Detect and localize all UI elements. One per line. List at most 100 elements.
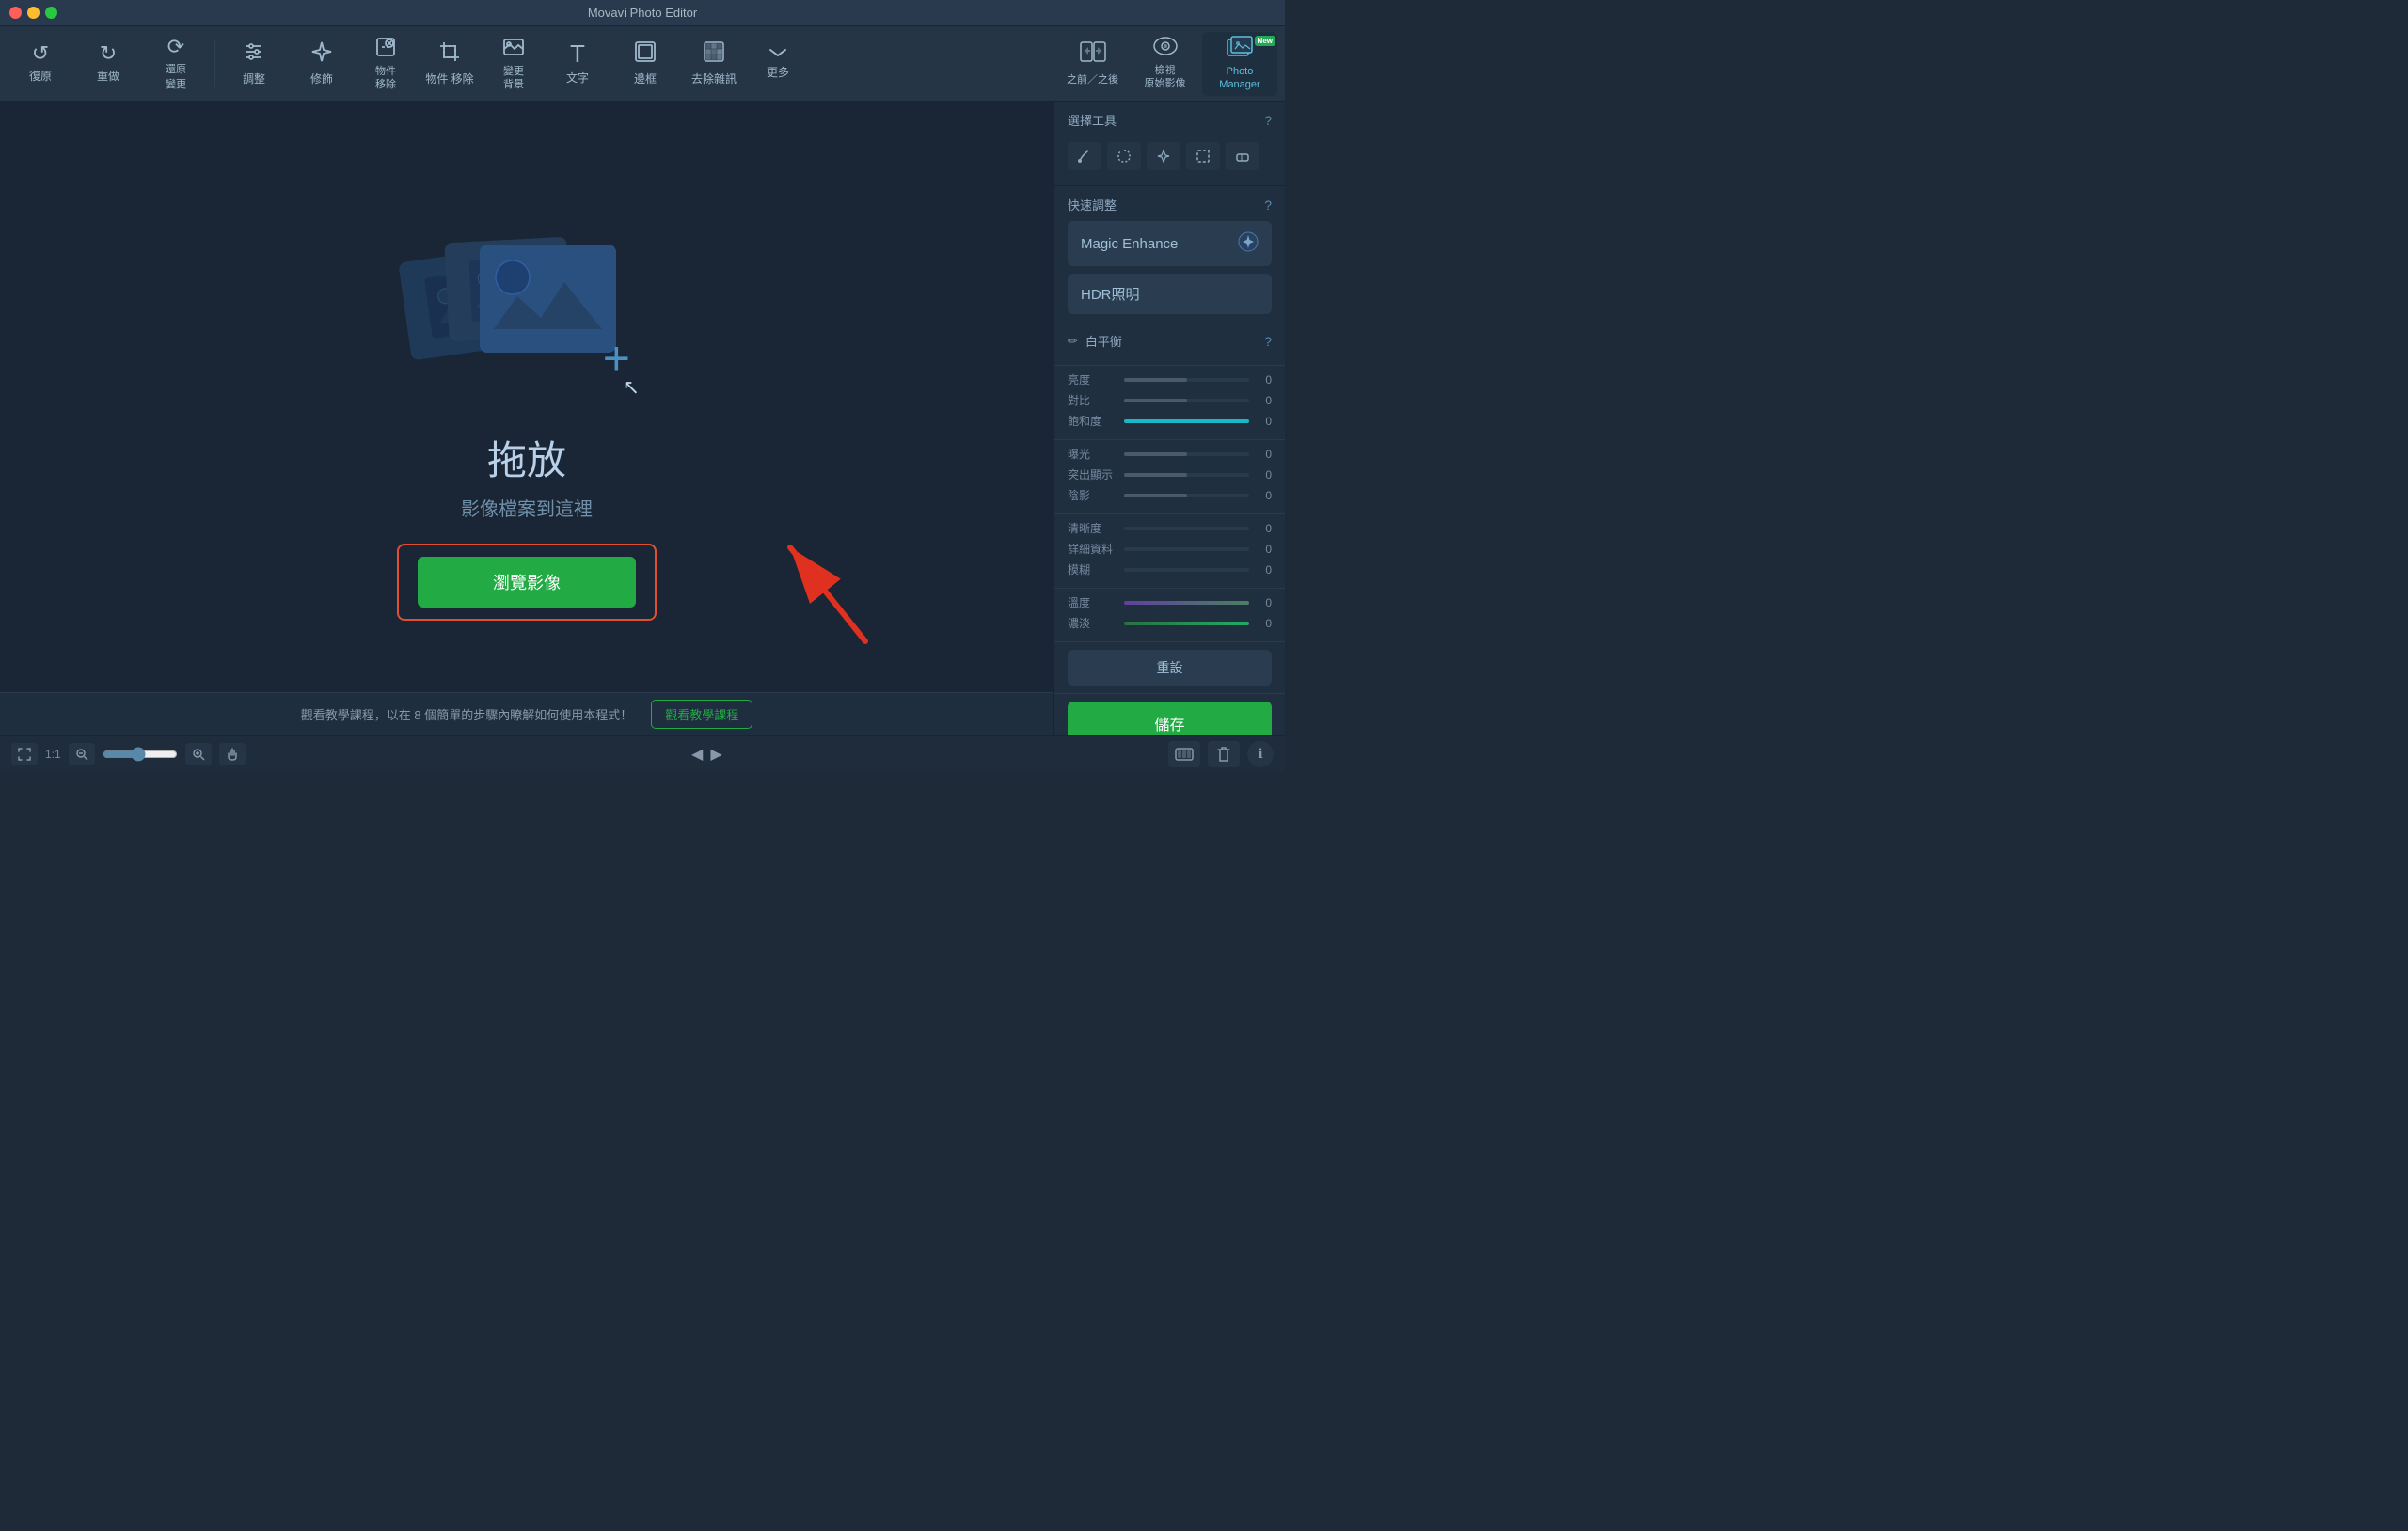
shadows-track[interactable] (1124, 494, 1249, 497)
zoom-in-button[interactable] (185, 743, 212, 766)
brightness-row: 亮度 0 (1068, 371, 1272, 387)
change-bg-label: 變更背景 (503, 66, 524, 90)
sharpness-value: 0 (1257, 522, 1272, 535)
text-button[interactable]: T 文字 (545, 32, 610, 96)
photo-illustration: + ↖ (395, 216, 658, 404)
object-remove-button[interactable]: 物件移除 (356, 32, 415, 96)
hdr-button[interactable]: HDR照明 (1068, 274, 1272, 314)
zoom-out-button[interactable] (69, 743, 95, 766)
wb-help[interactable]: ? (1264, 334, 1272, 349)
frame-icon (634, 40, 657, 67)
sharpness-row: 清晰度 0 (1068, 520, 1272, 536)
info-button[interactable]: ℹ (1247, 741, 1274, 767)
photo-manager-icon (1227, 36, 1253, 62)
magic-enhance-icon (1238, 231, 1259, 256)
photo-manager-button[interactable]: New PhotoManager (1202, 32, 1277, 96)
denoise-label: 去除雜訊 (691, 71, 737, 87)
undo-label: 復原 (29, 68, 52, 84)
close-button[interactable] (9, 7, 22, 19)
tint-track[interactable] (1124, 622, 1249, 625)
blur-label: 模糊 (1068, 561, 1117, 577)
revert-button[interactable]: ⟳ 還原變更 (143, 32, 209, 96)
more-label: 更多 (767, 64, 789, 80)
save-section: 儲存 www.MacDown.com (1054, 694, 1285, 735)
cursor-icon: ↖ (623, 375, 640, 400)
more-button[interactable]: 更多 (750, 32, 806, 96)
blur-value: 0 (1257, 563, 1272, 576)
exposure-track[interactable] (1124, 452, 1249, 456)
highlights-track[interactable] (1124, 473, 1249, 477)
next-image-button[interactable]: ▶ (710, 745, 721, 764)
selection-tools-group (1068, 136, 1272, 176)
detail-track[interactable] (1124, 547, 1249, 551)
tutorial-button[interactable]: 觀看教學課程 (651, 700, 752, 729)
detail-row: 詳細資料 0 (1068, 541, 1272, 557)
maximize-button[interactable] (45, 7, 57, 19)
selection-tools-help[interactable]: ? (1264, 113, 1272, 128)
browse-button[interactable]: 瀏覽影像 (418, 557, 636, 608)
shadows-value: 0 (1257, 489, 1272, 502)
sharpness-track[interactable] (1124, 527, 1249, 530)
brush-tool[interactable] (1068, 142, 1101, 170)
contrast-fill (1124, 399, 1187, 402)
reset-button[interactable]: 重設 (1068, 650, 1272, 686)
minimize-button[interactable] (27, 7, 40, 19)
redo-button[interactable]: ↻ 重做 (75, 32, 141, 96)
arrow-annotation (715, 510, 884, 660)
statusbar-center: ◀ ▶ (691, 745, 722, 764)
redo-label: 重做 (97, 68, 119, 84)
adjust-button[interactable]: 調整 (221, 32, 287, 96)
lasso-tool[interactable] (1107, 142, 1141, 170)
change-bg-icon (502, 36, 525, 62)
drop-zone: + ↖ 拖放 影像檔案到這裡 瀏覽影像 (395, 216, 658, 621)
saturation-fill (1124, 419, 1249, 423)
change-bg-button[interactable]: 變更背景 (484, 32, 543, 96)
quick-adjust-help[interactable]: ? (1264, 197, 1272, 213)
app-title: Movavi Photo Editor (588, 6, 697, 20)
crop-icon (438, 40, 461, 67)
retouch-button[interactable]: 修飾 (289, 32, 355, 96)
more-arrow-icon (768, 47, 787, 60)
temperature-track[interactable] (1124, 601, 1249, 605)
adjust-label: 調整 (243, 71, 265, 87)
magic-enhance-button[interactable]: Magic Enhance (1068, 221, 1272, 266)
save-button[interactable]: 儲存 www.MacDown.com (1068, 702, 1272, 735)
photo-card-main (480, 245, 616, 353)
color-sliders-section: 溫度 0 濃淡 0 (1054, 589, 1285, 642)
object-remove-icon (374, 36, 397, 62)
filmstrip-button[interactable] (1168, 741, 1200, 767)
frame-button[interactable]: 邊框 (612, 32, 678, 96)
sharpness-label: 清晰度 (1068, 520, 1117, 536)
delete-button[interactable] (1208, 741, 1240, 767)
temperature-row: 溫度 0 (1068, 594, 1272, 610)
window-controls[interactable] (9, 7, 57, 19)
blur-row: 模糊 0 (1068, 561, 1272, 577)
view-original-button[interactable]: 檢視原始影像 (1130, 32, 1200, 96)
contrast-label: 對比 (1068, 392, 1117, 408)
saturation-value: 0 (1257, 415, 1272, 428)
brightness-track[interactable] (1124, 378, 1249, 382)
prev-image-button[interactable]: ◀ (691, 745, 703, 764)
pin-tool[interactable] (1147, 142, 1180, 170)
fit-screen-button[interactable] (11, 743, 38, 766)
crop-button[interactable]: 物件 移除 (417, 32, 483, 96)
before-after-button[interactable]: 之前／之後 (1057, 32, 1128, 96)
selection-tools-title: 選擇工具 (1068, 111, 1117, 129)
contrast-row: 對比 0 (1068, 392, 1272, 408)
zoom-slider[interactable] (103, 747, 178, 762)
view-original-icon (1153, 37, 1178, 61)
watermark: www.MacDown.com (1127, 733, 1212, 735)
eraser-tool[interactable] (1226, 142, 1259, 170)
pan-tool-button[interactable] (219, 743, 246, 766)
rect-select-tool[interactable] (1186, 142, 1220, 170)
separator-1 (214, 40, 215, 87)
zoom-label: 1:1 (45, 748, 61, 761)
undo-button[interactable]: ↺ 復原 (8, 32, 73, 96)
retouch-label: 修飾 (310, 71, 333, 87)
contrast-track[interactable] (1124, 399, 1249, 402)
denoise-button[interactable]: 去除雜訊 (680, 32, 748, 96)
toolbar-right: 之前／之後 檢視原始影像 New (1057, 32, 1277, 96)
blur-track[interactable] (1124, 568, 1249, 572)
saturation-track[interactable] (1124, 419, 1249, 423)
quick-adjust-section: 快速調整 ? Magic Enhance HDR照明 (1054, 186, 1285, 324)
